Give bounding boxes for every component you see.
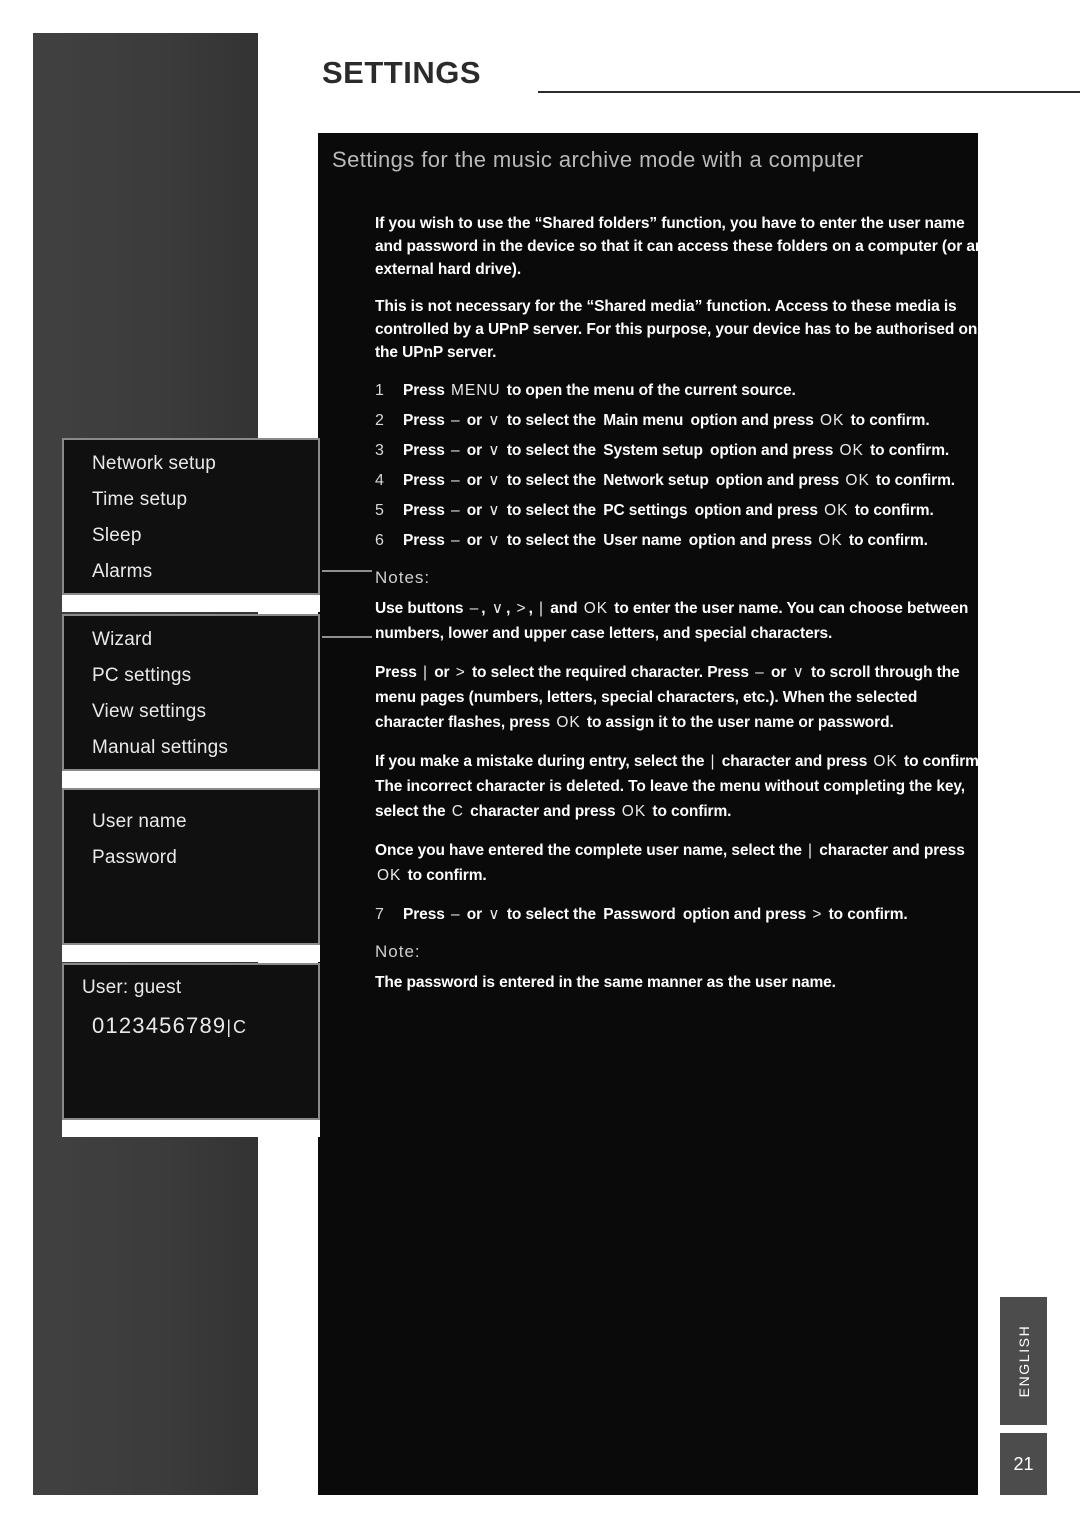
notes-label: Notes: (375, 568, 431, 587)
language-label: ENGLISH (1015, 1324, 1032, 1398)
header-rule (538, 91, 1080, 93)
display-characters: 0123456789 (92, 1013, 227, 1038)
display-row[interactable]: Manual settings (64, 730, 318, 766)
display-menu-3: User name Password (62, 788, 320, 945)
notes-list: Use buttons –, ∨, >, | and OK to enter t… (375, 596, 985, 888)
note-item-4: Once you have entered the complete user … (375, 842, 965, 884)
step-number: 7 (375, 906, 384, 923)
note-item-1: Use buttons –, ∨, >, | and OK to enter t… (375, 600, 969, 642)
step-number: 1 (375, 382, 384, 399)
display-user-line: User: guest (82, 977, 182, 998)
step-7: 7 Press – or ∨ to select the Password opt… (375, 902, 985, 928)
manual-page: SETTINGS Settings for the music archive … (0, 0, 1080, 1527)
note-item-3: If you make a mistake during entry, sele… (375, 753, 984, 820)
display-characters-trail: |C (226, 1017, 249, 1037)
display-3-shadow (62, 945, 320, 962)
section-title: Settings for the music archive mode with… (332, 147, 864, 172)
display-row[interactable]: Alarms (64, 554, 318, 590)
display-row[interactable]: PC settings (64, 658, 318, 694)
step-5: 5 Press – or ∨ to select the PC settings … (375, 498, 985, 524)
display-row[interactable]: Network setup (64, 446, 318, 482)
language-tab: ENGLISH (1000, 1297, 1047, 1425)
page-number: 21 (1000, 1433, 1047, 1495)
step-3: 3 Press – or ∨ to select the System setup… (375, 438, 985, 464)
step-number: 3 (375, 442, 384, 459)
display-1-shadow (62, 595, 320, 612)
page-title: SETTINGS (322, 55, 482, 90)
step-number: 5 (375, 502, 384, 519)
step-4: 4 Press – or ∨ to select the Network setu… (375, 468, 985, 494)
display-menu-2: Wizard PC settings View settings Manual set… (62, 614, 320, 771)
page-header: SETTINGS (322, 55, 1080, 105)
note-label: Note: (375, 942, 421, 961)
step-2: 2 Press – or ∨ to select the Main menu op… (375, 408, 985, 434)
intro-paragraph-2: This is not necessary for the “Shared me… (375, 298, 978, 361)
step-7-row: 7 Press – or ∨ to select the Password opt… (375, 902, 985, 928)
note-text: The password is entered in the same mann… (375, 974, 836, 991)
display-menu-1: Network setup Time setup Sleep Alarms (62, 438, 320, 595)
display-row[interactable]: User name (64, 804, 318, 840)
display-character-row: 0123456789|C (64, 999, 318, 1039)
intro-paragraph-1: If you wish to use the “Shared folders” … (375, 215, 985, 278)
connector-line-2 (322, 636, 372, 638)
body-text-column: If you wish to use the “Shared folders” … (375, 212, 985, 1009)
display-row[interactable]: View settings (64, 694, 318, 730)
note-item-2: Press | or > to select the required char… (375, 664, 960, 731)
step-6: 6 Press – or ∨ to select the User name op… (375, 528, 985, 554)
display-row[interactable]: Sleep (64, 518, 318, 554)
display-username-entry: User: guest 0123456789|C (62, 963, 320, 1120)
step-number: 2 (375, 412, 384, 429)
connector-line-1 (322, 570, 372, 572)
display-4-shadow (62, 1120, 320, 1137)
step-1: 1 Press MENU to open the menu of the curr… (375, 378, 985, 404)
display-row[interactable]: Time setup (64, 482, 318, 518)
display-row[interactable]: Wizard (64, 622, 318, 658)
steps-list: 1 Press MENU to open the menu of the curr… (375, 378, 985, 554)
step-number: 4 (375, 472, 384, 489)
display-2-shadow (62, 771, 320, 788)
display-row[interactable]: Password (64, 840, 318, 876)
step-number: 6 (375, 532, 384, 549)
